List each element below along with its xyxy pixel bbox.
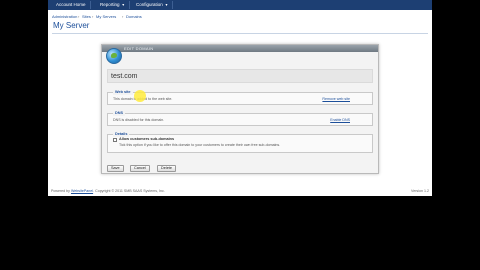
details-section: Details Allow customers sub-domains Tick… <box>107 132 373 153</box>
dns-legend: DNS <box>113 111 126 116</box>
remove-web-site-link[interactable]: Remove web site <box>322 97 350 102</box>
tab-label: Configuration <box>136 2 163 7</box>
powered-link[interactable]: WebsitePanel <box>71 189 93 193</box>
chevron-down-icon: ▼ <box>164 3 169 7</box>
chevron-down-icon: ▼ <box>121 3 125 7</box>
breadcrumb-my-servers[interactable]: My Servers <box>96 13 116 21</box>
cursor-highlight <box>134 90 146 102</box>
title-divider <box>52 33 428 34</box>
footer-version: Version 1.2 <box>411 189 429 193</box>
web-site-section: Web site This domain is added to the web… <box>107 90 373 105</box>
page-title: My Server <box>53 21 90 30</box>
dns-section: DNS DNS is disabled for this domain. Ena… <box>107 111 373 126</box>
dns-status: DNS is disabled for this domain. <box>113 118 165 122</box>
breadcrumb-domains[interactable]: Domains <box>126 13 142 21</box>
page: Account Home Reporting ▼ Configuration ▼ A… <box>48 0 432 196</box>
tab-label: Account Home <box>56 2 86 7</box>
details-help-text: Tick this option if you like to offer th… <box>119 143 281 147</box>
breadcrumb-separator: › <box>122 14 124 19</box>
tab-configuration[interactable]: Configuration ▼ <box>132 1 174 9</box>
breadcrumb-separator: › <box>78 14 80 19</box>
cancel-button[interactable]: Cancel <box>130 165 150 172</box>
breadcrumb-separator: › <box>92 14 94 19</box>
dialog-header: EDIT DOMAIN <box>102 45 378 52</box>
web-site-legend: Web site <box>113 90 133 95</box>
allow-subdomains-checkbox[interactable] <box>113 138 117 142</box>
domain-name: test.com <box>111 73 138 80</box>
save-button[interactable]: Save <box>107 165 124 172</box>
edit-domain-dialog: EDIT DOMAIN test.com Web site This domai… <box>101 44 379 174</box>
breadcrumb-administration[interactable]: Administration <box>52 13 77 21</box>
tab-label: Reporting <box>100 2 120 7</box>
breadcrumb-sites[interactable]: Sites <box>82 13 91 21</box>
dialog-header-text: EDIT DOMAIN <box>124 46 154 51</box>
powered-prefix: Powered by <box>51 189 70 193</box>
domain-name-box: test.com <box>107 69 373 83</box>
enable-dns-link[interactable]: Enable DNS <box>330 118 350 123</box>
footer-copyright: Powered by WebsitePanel. Copyright © 201… <box>51 189 165 193</box>
allow-subdomains-label: Allow customers sub-domains <box>119 137 175 141</box>
delete-button[interactable]: Delete <box>157 165 176 172</box>
tab-account-home[interactable]: Account Home <box>52 1 91 9</box>
copyright-text: Copyright © 2011 SMB SAAS Systems, Inc. <box>95 189 165 193</box>
globe-icon <box>106 48 122 64</box>
footer: Powered by WebsitePanel. Copyright © 201… <box>48 188 432 196</box>
breadcrumb: Administration › Sites › My Servers › Do… <box>48 13 432 21</box>
tab-reporting[interactable]: Reporting ▼ <box>96 1 130 9</box>
top-nav: Account Home Reporting ▼ Configuration ▼ <box>48 0 432 10</box>
